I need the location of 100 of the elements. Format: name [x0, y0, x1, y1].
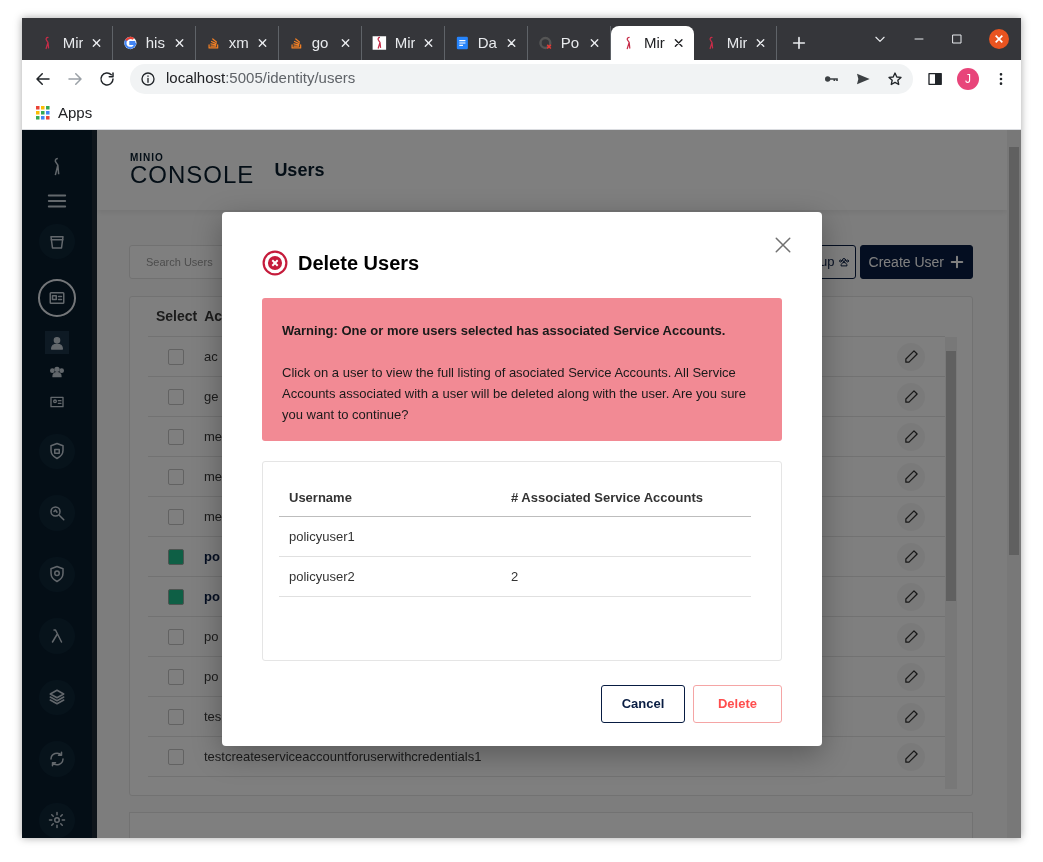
checkbox[interactable]: [168, 588, 184, 605]
checkbox[interactable]: [168, 508, 184, 525]
checkbox[interactable]: [168, 748, 184, 765]
logo-text: MINIO: [130, 153, 165, 163]
close-icon[interactable]: [588, 37, 600, 49]
checkbox[interactable]: [168, 628, 184, 645]
sidebar-item[interactable]: [39, 223, 75, 260]
error-icon: [262, 250, 288, 276]
cancel-button[interactable]: Cancel: [601, 685, 685, 723]
reload-icon[interactable]: [98, 69, 116, 88]
close-icon[interactable]: [339, 37, 351, 49]
table-cell: po: [204, 589, 220, 604]
profile-avatar[interactable]: J: [957, 67, 979, 90]
document-icon: [455, 35, 470, 51]
pencil-icon: [903, 509, 919, 524]
pencil-icon: [903, 589, 919, 604]
table-cell-text: policyuser2: [288, 567, 356, 586]
edit-button[interactable]: [897, 622, 925, 651]
apps-grid-icon[interactable]: [36, 106, 50, 120]
table-cell: testcreateserviceaccountforuserwithcredentials1: [204, 749, 482, 764]
scrollbar[interactable]: [1007, 130, 1021, 838]
bookmark-link[interactable]: Apps: [58, 101, 93, 125]
sidebar-item[interactable]: [39, 741, 75, 777]
close-icon[interactable]: [173, 37, 185, 49]
sidebar-item[interactable]: [38, 279, 76, 317]
checkbox[interactable]: [168, 708, 184, 725]
pencil-icon: [903, 429, 919, 444]
close-icon[interactable]: [422, 37, 434, 49]
sidebar-item[interactable]: [39, 679, 75, 716]
dialog-title: Delete Users: [298, 251, 420, 276]
pencil-icon: [903, 629, 919, 644]
checkbox[interactable]: [168, 348, 184, 365]
table-cell: po: [204, 629, 219, 644]
edit-button[interactable]: [897, 542, 925, 571]
table-cell: ac: [204, 349, 218, 364]
edit-button[interactable]: [897, 662, 925, 691]
pencil-icon: [903, 349, 919, 364]
stack-icon: [289, 35, 304, 51]
sidebar-item[interactable]: [39, 495, 75, 531]
pencil-icon: [903, 709, 919, 724]
edit-button[interactable]: [897, 382, 925, 411]
checkbox[interactable]: [168, 388, 184, 405]
table-cell-text: 2: [511, 567, 519, 586]
column-header: Select: [156, 307, 198, 326]
edit-button[interactable]: [897, 462, 925, 491]
maximize-icon[interactable]: [951, 33, 963, 45]
gear-icon: [48, 811, 66, 830]
sidebar-item[interactable]: [39, 618, 75, 654]
create-user-button[interactable]: Create User: [859, 245, 973, 279]
side-panel-icon[interactable]: [927, 70, 943, 87]
info-icon[interactable]: [140, 70, 156, 87]
address-bar[interactable]: localhost:5005/identity/users: [130, 63, 913, 94]
pencil-icon: [903, 749, 919, 764]
edit-button[interactable]: [897, 742, 925, 771]
google-icon: [123, 35, 138, 51]
table-cell: me: [204, 469, 223, 484]
warning-text: Click on a user to view the full listing of asociated Service Accounts. All Service Accounts associated with a user will be deleted along with the user. Are you sure you want to continue?: [282, 364, 747, 424]
edit-button[interactable]: [897, 582, 925, 611]
edit-button[interactable]: [897, 702, 925, 731]
table-cell: po: [204, 669, 219, 684]
pencil-icon: [903, 549, 919, 564]
close-icon[interactable]: [256, 37, 268, 49]
checkbox[interactable]: [168, 668, 184, 685]
edit-button[interactable]: [897, 342, 925, 371]
checkbox[interactable]: [168, 468, 184, 485]
sidebar-item[interactable]: [39, 433, 75, 470]
pencil-icon: [903, 469, 919, 484]
column-header: Username: [288, 488, 353, 507]
browser-tab[interactable]: Mir: [611, 26, 694, 60]
table-cell: tes: [204, 709, 222, 724]
table-cell-text: policyuser1: [288, 527, 356, 546]
lock-icon: [48, 442, 66, 461]
refresh-icon: [48, 749, 66, 768]
close-icon[interactable]: [672, 37, 684, 49]
sidebar-item[interactable]: [39, 556, 75, 593]
table-cell: me: [204, 509, 223, 524]
checkbox[interactable]: [168, 428, 184, 445]
url-text: localhost:5005/identity/users: [166, 68, 356, 89]
table-cell: me: [204, 429, 223, 444]
close-icon: [774, 236, 792, 255]
scrollbar[interactable]: [945, 337, 957, 789]
column-header: # Associated Service Accounts: [511, 488, 703, 507]
close-icon[interactable]: [754, 37, 766, 49]
logo-text: CONSOLE: [130, 163, 255, 187]
star-icon[interactable]: [887, 70, 903, 87]
plus-icon: [950, 255, 964, 269]
stack-icon: [206, 35, 221, 51]
edit-button[interactable]: [897, 502, 925, 531]
checkbox[interactable]: [168, 548, 184, 565]
sidebar-subitem[interactable]: [45, 330, 69, 355]
close-icon[interactable]: [90, 37, 102, 49]
user-icon: [49, 334, 65, 351]
edit-button[interactable]: [897, 422, 925, 451]
column-header: Ac: [204, 307, 223, 326]
new-tab-icon[interactable]: [791, 35, 807, 52]
layers-icon: [48, 688, 66, 707]
pencil-icon: [903, 669, 919, 684]
sidebar-item[interactable]: [39, 802, 75, 838]
close-icon[interactable]: [989, 29, 1009, 49]
close-icon[interactable]: [505, 37, 517, 49]
